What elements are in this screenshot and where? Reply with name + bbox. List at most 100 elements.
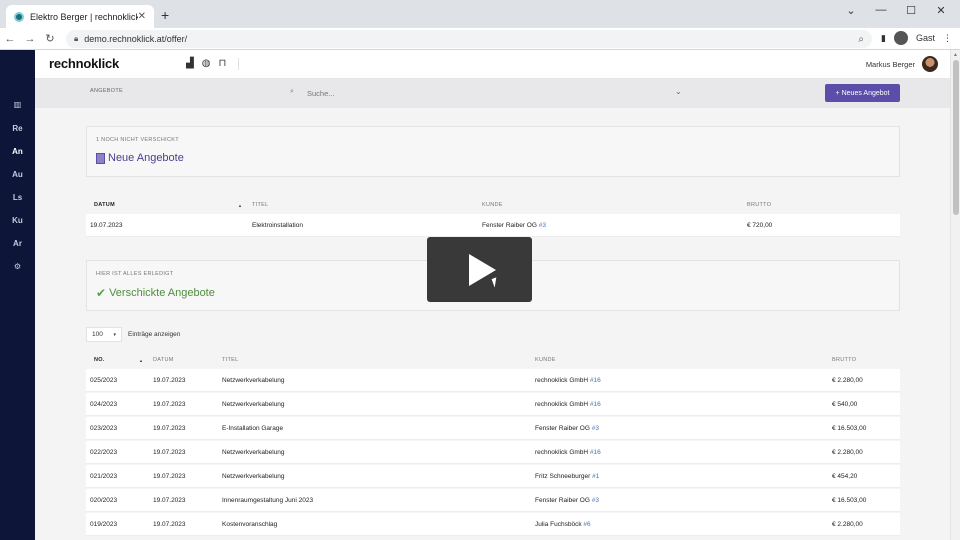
sent-heading: ✔ Verschickte Angebote [96, 286, 215, 300]
maximize-button[interactable]: ☐ [896, 4, 926, 17]
close-window-button[interactable]: ✕ [926, 4, 956, 17]
address-bar[interactable]: 🔒︎ demo.rechnoklick.at/offer/ ⌕ [66, 30, 872, 48]
sidebar-item-ar[interactable]: Ar [0, 239, 35, 248]
pending-kicker: 1 NOCH NICHT VERSCHICKT [96, 137, 179, 143]
cell-brutto: € 16.503,00 [832, 497, 867, 504]
browser-menu-icon[interactable]: ⋮ [943, 33, 952, 44]
table-row[interactable]: 024/2023 19.07.2023 Netzwerkverkabelung … [86, 393, 900, 416]
col-datum[interactable]: DATUM [153, 357, 174, 363]
forward-icon[interactable]: → [20, 33, 40, 45]
globe-icon[interactable]: ◍ [202, 58, 211, 70]
cell-brutto: € 454,20 [832, 473, 858, 480]
checkmark-icon: ✔ [96, 286, 107, 300]
chart-icon[interactable]: ▟ [186, 58, 194, 70]
app-logo[interactable]: rechnoklick [49, 56, 119, 71]
sent-table-header: NO. ▲ DATUM TITEL KUNDE BRUTTO [86, 349, 900, 369]
cell-datum: 19.07.2023 [153, 473, 186, 480]
breadcrumb: ANGEBOTE [90, 88, 123, 94]
table-row[interactable]: 022/2023 19.07.2023 Netzwerkverkabelung … [86, 441, 900, 464]
cell-titel: Netzwerkverkabelung [222, 473, 285, 480]
new-offer-button[interactable]: + Neues Angebot [825, 84, 900, 102]
sent-title: Verschickte Angebote [109, 287, 215, 299]
browser-toolbar: ← → ↻ 🔒︎ demo.rechnoklick.at/offer/ ⌕ ▮ … [0, 28, 960, 50]
col-kunde[interactable]: KUNDE [482, 202, 503, 208]
col-titel[interactable]: TITEL [222, 357, 238, 363]
search-input[interactable] [307, 87, 687, 99]
cell-datum: 19.07.2023 [153, 401, 186, 408]
profile-avatar-icon[interactable] [893, 31, 908, 45]
sidebar-item-ku[interactable]: Ku [0, 216, 35, 225]
scrollbar-thumb[interactable] [953, 60, 959, 215]
user-name: Markus Berger [865, 59, 915, 69]
col-datum[interactable]: DATUM [94, 202, 115, 208]
new-tab-button[interactable]: + [161, 8, 169, 22]
back-icon[interactable]: ← [0, 33, 20, 45]
cell-kunde: rechnoklick GmbH #16 [535, 377, 601, 384]
cell-no: 025/2023 [90, 377, 118, 384]
video-play-overlay[interactable] [427, 237, 532, 302]
cell-brutto: € 2.280,00 [832, 521, 863, 528]
pending-offers-card: 1 NOCH NICHT VERSCHICKT Neue Angebote [86, 126, 900, 177]
cell-titel: Kostenvoranschlag [222, 521, 278, 528]
cell-datum: 19.07.2023 [153, 521, 186, 528]
tab-close-icon[interactable]: ✕ [138, 11, 146, 22]
table-row[interactable]: 021/2023 19.07.2023 Netzwerkverkabelung … [86, 465, 900, 488]
table-row[interactable]: 19.07.2023 Elektroinstallation Fenster R… [86, 214, 900, 237]
cell-titel: E-Installation Garage [222, 425, 284, 432]
profile-label[interactable]: Gast [916, 33, 935, 43]
cell-kunde: Fritz Schneeburger #1 [535, 473, 600, 480]
entries-label: Einträge anzeigen [128, 331, 181, 338]
entries-select[interactable]: 100 ▾ [86, 327, 122, 342]
sort-icon[interactable]: ▲ [238, 203, 242, 208]
table-row[interactable]: 025/2023 19.07.2023 Netzwerkverkabelung … [86, 369, 900, 392]
page-scrollbar[interactable]: ▲ [950, 50, 960, 540]
cell-titel: Elektroinstallation [252, 222, 303, 229]
cell-no: 021/2023 [90, 473, 118, 480]
col-brutto[interactable]: BRUTTO [747, 202, 771, 208]
sidebar-item-re[interactable]: Re [0, 124, 35, 133]
minimize-button[interactable]: — [866, 4, 896, 17]
scroll-up-icon[interactable]: ▲ [953, 52, 958, 58]
page-toolbar: ANGEBOTE ⌕ ⌄ + Neues Angebot [35, 79, 950, 108]
table-row[interactable]: 019/2023 19.07.2023 Kostenvoranschlag Ju… [86, 513, 900, 536]
sidebar-settings-icon[interactable]: ⚙ [0, 262, 35, 271]
col-brutto[interactable]: BRUTTO [832, 357, 856, 363]
sort-icon[interactable]: ▲ [139, 358, 143, 363]
chevron-down-icon: ▾ [113, 331, 116, 338]
browser-tab[interactable]: Elektro Berger | rechnoklick ✕ [6, 5, 154, 28]
tab-search-icon[interactable]: ⌄ [836, 4, 866, 17]
col-titel[interactable]: TITEL [252, 202, 268, 208]
col-kunde[interactable]: KUNDE [535, 357, 556, 363]
cell-brutto: € 16.503,00 [832, 425, 867, 432]
url-text: demo.rechnoklick.at/offer/ [84, 34, 188, 44]
cell-kunde: rechnoklick GmbH #16 [535, 449, 601, 456]
cell-no: 024/2023 [90, 401, 118, 408]
lock-icon[interactable]: ⊓ [218, 58, 226, 70]
tab-title: Elektro Berger | rechnoklick [30, 11, 138, 22]
cell-brutto: € 2.280,00 [832, 449, 863, 456]
sidebar-item-an[interactable]: An [0, 147, 35, 156]
cell-datum: 19.07.2023 [153, 449, 186, 456]
cell-titel: Netzwerkverkabelung [222, 401, 285, 408]
sent-kicker: HIER IST ALLES ERLEDIGT [96, 271, 174, 277]
table-row[interactable]: 020/2023 19.07.2023 Innenraumgestaltung … [86, 489, 900, 512]
browser-profile-area: ▮ Gast ⋮ [881, 31, 952, 45]
entries-control: 100 ▾ Einträge anzeigen [86, 327, 180, 342]
chevron-down-icon[interactable]: ⌄ [675, 87, 682, 96]
new-offer-label: Neues Angebot [841, 89, 890, 97]
table-row[interactable]: 023/2023 19.07.2023 E-Installation Garag… [86, 417, 900, 440]
favicon-icon [14, 11, 24, 22]
sidebar: ▥ Re An Au Ls Ku Ar ⚙ [0, 50, 35, 540]
sidebar-dashboard-icon[interactable]: ▥ [0, 100, 35, 109]
sidebar-item-ls[interactable]: Ls [0, 193, 35, 202]
reload-icon[interactable]: ↻ [40, 32, 60, 45]
sidebar-item-au[interactable]: Au [0, 170, 35, 179]
user-menu[interactable]: Markus Berger [866, 56, 938, 72]
sidepanel-icon[interactable]: ▮ [881, 33, 886, 44]
col-no[interactable]: NO. [94, 357, 105, 363]
zoom-icon[interactable]: ⌕ [858, 34, 864, 45]
cell-kunde: Julia Fuchsböck #6 [535, 521, 591, 528]
cell-titel: Innenraumgestaltung Juni 2023 [222, 497, 314, 504]
cell-kunde: rechnoklick GmbH #16 [535, 401, 601, 408]
document-icon [96, 152, 105, 164]
